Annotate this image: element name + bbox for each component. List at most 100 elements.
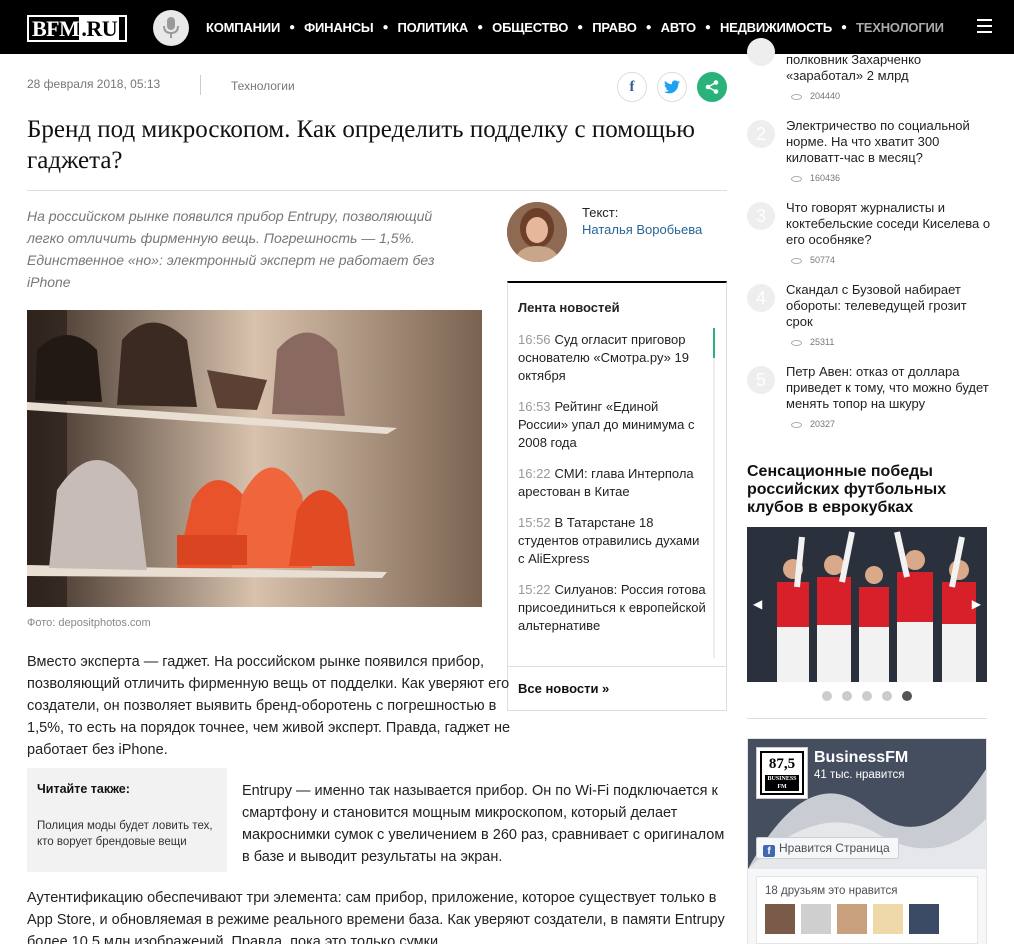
slider-dot[interactable]	[842, 691, 852, 701]
all-news-link[interactable]: Все новости »	[518, 681, 609, 696]
nav-item-technology[interactable]: ТЕХНОЛОГИИ	[856, 20, 944, 35]
facebook-friends-box: 18 друзьям это нравится	[756, 876, 978, 944]
nav-item-society[interactable]: ОБЩЕСТВО	[492, 20, 568, 35]
news-feed-item[interactable]: 15:22 Силуанов: Россия готова присоединит…	[518, 581, 708, 635]
top-list-title: полковник Захарченко «заработал» 2 млрд	[786, 52, 922, 83]
top-list-views: 160436	[791, 173, 840, 183]
nav-separator: ●	[704, 21, 711, 33]
friends-like-text: 18 друзьям это нравится	[765, 885, 898, 897]
article-lead: На российском рынке появился прибор Entr…	[27, 208, 435, 290]
top-list-item[interactable]: полковник Захарченко «заработал» 2 млрд …	[747, 38, 992, 108]
nav-separator: ●	[840, 21, 848, 33]
facebook-icon: f	[763, 845, 775, 857]
share-facebook-button[interactable]: f	[617, 72, 647, 102]
nav-item-politics[interactable]: ПОЛИТИКА	[398, 20, 469, 35]
read-also-box: Читайте также: Полиция моды будет ловить…	[27, 768, 227, 872]
article-rubric-link[interactable]: Технологии	[231, 79, 295, 93]
slider-prev-arrow-icon[interactable]: ◀	[753, 597, 762, 611]
share-icon	[705, 80, 719, 94]
author-name-link[interactable]: Наталья Воробьева	[582, 222, 702, 237]
news-feed-scrollbar[interactable]	[713, 328, 715, 658]
facebook-likes-count: 41 тыс. нравится	[814, 769, 905, 781]
friend-avatar[interactable]	[801, 904, 831, 934]
right-column-divider	[747, 718, 987, 719]
eye-icon	[791, 257, 802, 264]
slider-dot-active[interactable]	[902, 691, 912, 701]
bfm-logo[interactable]: BFM.RU	[27, 15, 127, 42]
nav-separator: ●	[645, 21, 652, 33]
top-list-item[interactable]: 3 Что говорят журналисты и коктебельские…	[747, 200, 992, 270]
friend-avatar[interactable]	[765, 904, 795, 934]
nav-item-realty[interactable]: НЕДВИЖИМОСТЬ	[720, 20, 832, 35]
article-title: Бренд под микроскопом. Как определить по…	[27, 116, 695, 174]
top-list-title: Скандал с Бузовой набирает обороты: теле…	[786, 282, 967, 329]
top-list-number: 5	[747, 366, 775, 394]
nav-separator: ●	[577, 21, 584, 33]
news-time: 16:56	[518, 332, 551, 347]
top-list-views: 20327	[791, 419, 835, 429]
top-list-title: Электричество по социальной норме. На чт…	[786, 118, 970, 165]
friends-avatars	[765, 904, 945, 934]
read-also-title: Читайте также:	[37, 782, 130, 796]
top-list-number: 2	[747, 120, 775, 148]
friend-avatar[interactable]	[873, 904, 903, 934]
article-photo	[27, 310, 482, 607]
news-time: 15:22	[518, 582, 551, 597]
meta-divider	[200, 75, 201, 95]
logo-number: 87,5	[768, 756, 796, 772]
read-also-link[interactable]: Полиция моды будет ловить тех, кто воруе…	[37, 818, 217, 850]
top-list-number: 4	[747, 284, 775, 312]
share-more-button[interactable]	[697, 72, 727, 102]
photo-caption: Фото: depositphotos.com	[27, 617, 151, 629]
logo-small-text: BUSINESS FM	[765, 775, 799, 791]
news-time: 16:53	[518, 399, 551, 414]
facebook-icon: f	[629, 79, 635, 95]
top-list-views: 25311	[791, 337, 834, 347]
news-feed-title: Лента новостей	[518, 300, 620, 315]
hamburger-menu-icon[interactable]	[977, 19, 992, 33]
logo-suffix: .RU	[79, 16, 120, 41]
top-list-item[interactable]: 5 Петр Авен: отказ от доллара приведет к…	[747, 364, 992, 434]
article-date: 28 февраля 2018, 05:13	[27, 77, 161, 91]
promo-slider[interactable]: ◀ ▶	[747, 527, 987, 682]
top-list-number: 3	[747, 202, 775, 230]
news-feed-item[interactable]: 15:52 В Татарстане 18 студентов отравилис…	[518, 514, 708, 568]
news-feed-list[interactable]: 16:56 Суд огласит приговор основателю «См…	[518, 331, 708, 653]
slider-next-arrow-icon[interactable]: ▶	[972, 597, 981, 611]
nav-separator: ●	[477, 21, 484, 33]
share-twitter-button[interactable]	[657, 72, 687, 102]
top-list-number	[747, 38, 775, 66]
author-avatar[interactable]	[507, 202, 567, 262]
slider-dot[interactable]	[882, 691, 892, 701]
news-feed-item[interactable]: 16:22 СМИ: глава Интерпола арестован в Ки…	[518, 465, 708, 501]
nav-item-finance[interactable]: ФИНАНСЫ	[304, 20, 374, 35]
news-feed-item[interactable]: 16:56 Суд огласит приговор основателю «См…	[518, 331, 708, 385]
news-feed-item[interactable]: 16:53 Рейтинг «Единой России» упал до мин…	[518, 398, 708, 452]
nav-item-auto[interactable]: АВТО	[661, 20, 696, 35]
title-divider	[27, 190, 727, 191]
friend-avatar[interactable]	[837, 904, 867, 934]
top-list-views: 204440	[791, 91, 840, 101]
top-list-item[interactable]: 4 Скандал с Бузовой набирает обороты: те…	[747, 282, 992, 352]
nav-separator: ●	[289, 21, 296, 33]
article-paragraph: Аутентификацию обеспечивают три элемента…	[27, 890, 725, 944]
news-time: 16:22	[518, 466, 551, 481]
businessfm-logo[interactable]: 87,5 BUSINESS FM	[756, 747, 808, 799]
facebook-like-page-button[interactable]: f Нравится Страница	[756, 837, 899, 859]
news-time: 15:52	[518, 515, 551, 530]
nav-item-law[interactable]: ПРАВО	[592, 20, 637, 35]
twitter-icon	[664, 80, 680, 94]
promo-title-link[interactable]: Сенсационные победы российских футбольны…	[747, 463, 987, 517]
logo-text: BFM	[32, 16, 80, 41]
slider-dot[interactable]	[862, 691, 872, 701]
eye-icon	[791, 421, 802, 428]
facebook-page-name[interactable]: BusinessFM	[814, 749, 908, 767]
friend-avatar[interactable]	[909, 904, 939, 934]
facebook-cover[interactable]: 87,5 BUSINESS FM BusinessFM 41 тыс. нрави…	[748, 739, 986, 869]
top-list-title: Петр Авен: отказ от доллара приведет к т…	[786, 364, 989, 411]
top-list-item[interactable]: 2 Электричество по социальной норме. На …	[747, 118, 992, 188]
slider-dot[interactable]	[822, 691, 832, 701]
voice-search-button[interactable]	[153, 10, 189, 46]
eye-icon	[791, 93, 802, 100]
nav-item-companies[interactable]: КОМПАНИИ	[206, 20, 280, 35]
